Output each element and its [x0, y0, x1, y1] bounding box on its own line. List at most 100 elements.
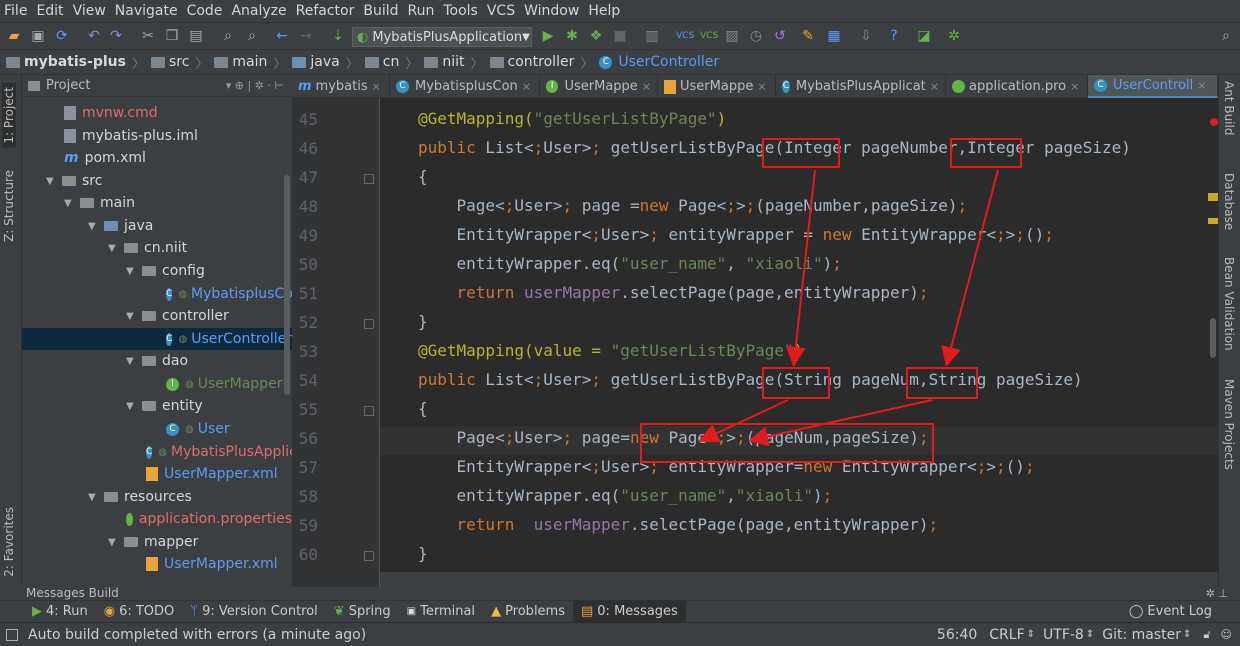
tree-item-usercontroller[interactable]: C ◍ UserController	[22, 328, 292, 350]
tree-item-mvnw-cmd[interactable]: mvnw.cmd	[22, 102, 292, 124]
breadcrumb-item-usercontroller[interactable]: C UserController	[599, 54, 719, 70]
breadcrumb-item-java[interactable]: java	[292, 54, 340, 70]
tree-item-pom[interactable]: m pom.xml	[22, 147, 292, 169]
sync-icon[interactable]: ⟳	[54, 28, 70, 44]
close-icon[interactable]: ×	[757, 80, 766, 93]
horizontal-scrollbar[interactable]	[380, 572, 1218, 587]
search-everywhere-icon[interactable]: ⌕	[1218, 28, 1234, 44]
close-icon[interactable]: ×	[522, 80, 531, 93]
expand-arrow-icon[interactable]: ▼	[126, 356, 136, 367]
tree-item-mybatisplusconfig[interactable]: C ◍ MybatisplusCo	[22, 283, 293, 305]
expand-arrow-icon[interactable]: ▼	[88, 492, 98, 503]
stop-icon[interactable]: ■	[612, 28, 628, 44]
expand-arrow-icon[interactable]: ▼	[126, 266, 136, 277]
vcs-history-icon[interactable]: ◷	[748, 28, 764, 44]
editor-tab-application-properties[interactable]: application.pro ×	[946, 75, 1088, 98]
tree-item-mapper[interactable]: ▼ mapper	[22, 531, 292, 553]
tree-item-entity[interactable]: ▼ entity	[22, 395, 292, 417]
tree-item-application-properties[interactable]: application.properties	[22, 508, 292, 530]
tree-item-controller[interactable]: ▼ controller	[22, 305, 292, 327]
tool-tab-messages[interactable]: ▤ 0: Messages	[572, 600, 686, 623]
vcs-update-icon[interactable]: VCS	[676, 28, 694, 44]
tree-item-src[interactable]: ▼ src	[22, 170, 292, 192]
tree-item-iml[interactable]: mybatis-plus.iml	[22, 125, 292, 147]
open-folder-icon[interactable]: ▰	[6, 28, 22, 44]
tree-item-mapper-usermapper-xml[interactable]: UserMapper.xml	[22, 553, 292, 575]
coverage-icon[interactable]: ❖	[588, 28, 604, 44]
menu-help[interactable]: Help	[588, 3, 620, 19]
tree-item-main[interactable]: ▼ main	[22, 192, 292, 214]
menu-window[interactable]: Window	[524, 3, 579, 19]
gear-icon[interactable]: ✲ ⊥	[1206, 587, 1228, 600]
tree-item-config[interactable]: ▼ config	[22, 260, 292, 282]
tree-item-resources[interactable]: ▼ resources	[22, 486, 292, 508]
undo-icon[interactable]: ↶	[86, 28, 102, 44]
expand-arrow-icon[interactable]: ▼	[108, 243, 118, 254]
tool-tab-bean-validation[interactable]: Bean Validation	[1222, 257, 1236, 351]
menu-edit[interactable]: Edit	[36, 3, 63, 19]
editor-tab-mybatisplusapplication[interactable]: C MybatisPlusApplicat ×	[776, 75, 946, 98]
tool-tab-project[interactable]: 1: Project	[2, 83, 16, 148]
tool-tab-spring[interactable]: ❦ Spring	[326, 601, 399, 623]
menu-view[interactable]: View	[73, 3, 106, 19]
find-icon[interactable]: ⌕	[220, 28, 236, 44]
warning-marker[interactable]	[1208, 218, 1218, 224]
tree-item-dao[interactable]: ▼ dao	[22, 350, 292, 372]
line-separator[interactable]: CRLF	[989, 627, 1024, 643]
vcs-compare-icon[interactable]: ▨	[724, 28, 740, 44]
vcs-commit-icon[interactable]: VCS	[700, 28, 718, 44]
expand-arrow-icon[interactable]: ▼	[88, 221, 98, 232]
editor-tab-usermapper-1[interactable]: I UserMappe ×	[540, 75, 658, 98]
breadcrumb-item-niit[interactable]: niit	[424, 54, 465, 70]
expand-arrow-icon[interactable]: ▼	[108, 537, 118, 548]
sdk-icon[interactable]: ⇩	[858, 28, 874, 44]
git-branch[interactable]: Git: master	[1102, 627, 1181, 643]
menu-tools[interactable]: Tools	[443, 3, 478, 19]
breadcrumb-item-src[interactable]: src	[150, 54, 189, 70]
error-indicator-icon[interactable]	[1210, 118, 1218, 126]
vcs-revert-icon[interactable]: ↺	[772, 28, 788, 44]
tool-windows-toggle-icon[interactable]	[6, 628, 18, 641]
tool-tab-ant-build[interactable]: Ant Build	[1222, 81, 1236, 135]
copy-icon[interactable]: ❐	[164, 28, 180, 44]
tree-item-cn-niit[interactable]: ▼ cn.niit	[22, 237, 292, 259]
editor-tab-usermapper-2[interactable]: UserMappe ×	[658, 75, 776, 98]
tree-item-java[interactable]: ▼ java	[22, 215, 292, 237]
menu-build[interactable]: Build	[363, 3, 398, 19]
editor-tab-mybatis[interactable]: m mybatis ×	[292, 75, 390, 98]
menu-file[interactable]: File	[4, 3, 27, 19]
tree-item-usermapper-xml[interactable]: UserMapper.xml	[22, 463, 292, 485]
close-icon[interactable]: ×	[642, 80, 651, 93]
project-panel-scrollbar[interactable]	[284, 175, 290, 395]
close-icon[interactable]: ×	[930, 80, 939, 93]
breadcrumb-item-cn[interactable]: cn	[364, 54, 399, 70]
project-structure-icon[interactable]: ▦	[826, 28, 842, 44]
tool-tab-run[interactable]: ▶ 4: Run	[24, 601, 96, 623]
menu-vcs[interactable]: VCS	[487, 3, 515, 19]
menu-code[interactable]: Code	[187, 3, 223, 19]
close-icon[interactable]: ×	[1070, 80, 1079, 93]
back-icon[interactable]: ←	[274, 28, 290, 44]
run-icon[interactable]: ▶	[540, 28, 556, 44]
menu-navigate[interactable]: Navigate	[115, 3, 178, 19]
replace-icon[interactable]: ⌕	[244, 28, 260, 44]
panel-options-icon[interactable]: ▾ ⊕ | ✲ · ⊢	[226, 79, 284, 92]
expand-arrow-icon[interactable]: ▼	[64, 198, 74, 209]
expand-arrow-icon[interactable]: ▼	[126, 401, 136, 412]
expand-arrow-icon[interactable]: ▼	[46, 176, 56, 187]
tool-tab-terminal[interactable]: ▣ Terminal	[399, 601, 483, 623]
menu-refactor[interactable]: Refactor	[296, 3, 355, 19]
debug-icon[interactable]: ✱	[564, 28, 580, 44]
android-icon[interactable]: ✲	[946, 28, 962, 44]
close-icon[interactable]: ×	[1197, 79, 1206, 92]
run-configuration-select[interactable]: ◐ MybatisPlusApplication ▼	[352, 27, 532, 47]
expand-arrow-icon[interactable]: ▼	[126, 311, 136, 322]
save-icon[interactable]: ▣	[30, 28, 46, 44]
breadcrumb-item-main[interactable]: main	[214, 54, 267, 70]
tool-tab-problems[interactable]: ▲ Problems	[483, 601, 573, 623]
editor-tab-mybatispluscon[interactable]: C MybatisplusCon ×	[390, 75, 540, 98]
code-editor[interactable]: 45 46 47 48 49 50 51 52 53 54 55 56 57 5…	[292, 98, 1218, 587]
tool-tab-favorites[interactable]: 2: Favorites	[2, 507, 16, 577]
breadcrumb-item-controller[interactable]: controller	[489, 54, 574, 70]
tree-item-mybatisplusapplication[interactable]: C ◍ MybatisPlusApplic	[22, 441, 297, 463]
